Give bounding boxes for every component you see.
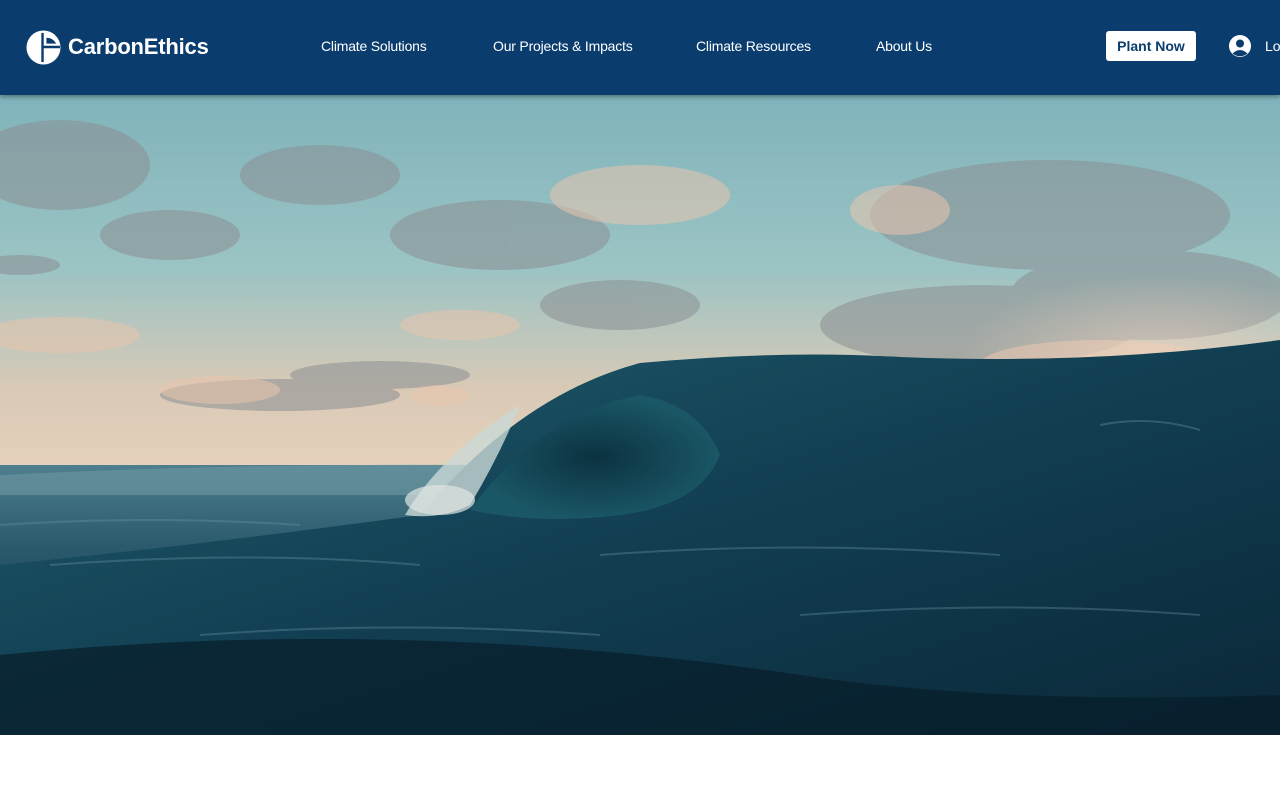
user-circle-icon <box>1229 35 1251 57</box>
nav-climate-solutions[interactable]: Climate Solutions <box>321 38 427 54</box>
nav-projects-impacts[interactable]: Our Projects & Impacts <box>493 38 633 54</box>
plant-now-button[interactable]: Plant Now <box>1106 31 1196 61</box>
main-nav: Climate Solutions Our Projects & Impacts… <box>0 0 1280 95</box>
site-header: CarbonEthics Climate Solutions Our Proje… <box>0 0 1280 95</box>
page-content-area <box>0 735 1280 800</box>
ocean-wave-image <box>0 95 1280 735</box>
login-button[interactable]: Lo <box>1228 34 1280 58</box>
hero-video <box>0 95 1280 735</box>
nav-about-us[interactable]: About Us <box>876 38 932 54</box>
login-label: Lo <box>1265 38 1280 54</box>
nav-climate-resources[interactable]: Climate Resources <box>696 38 811 54</box>
